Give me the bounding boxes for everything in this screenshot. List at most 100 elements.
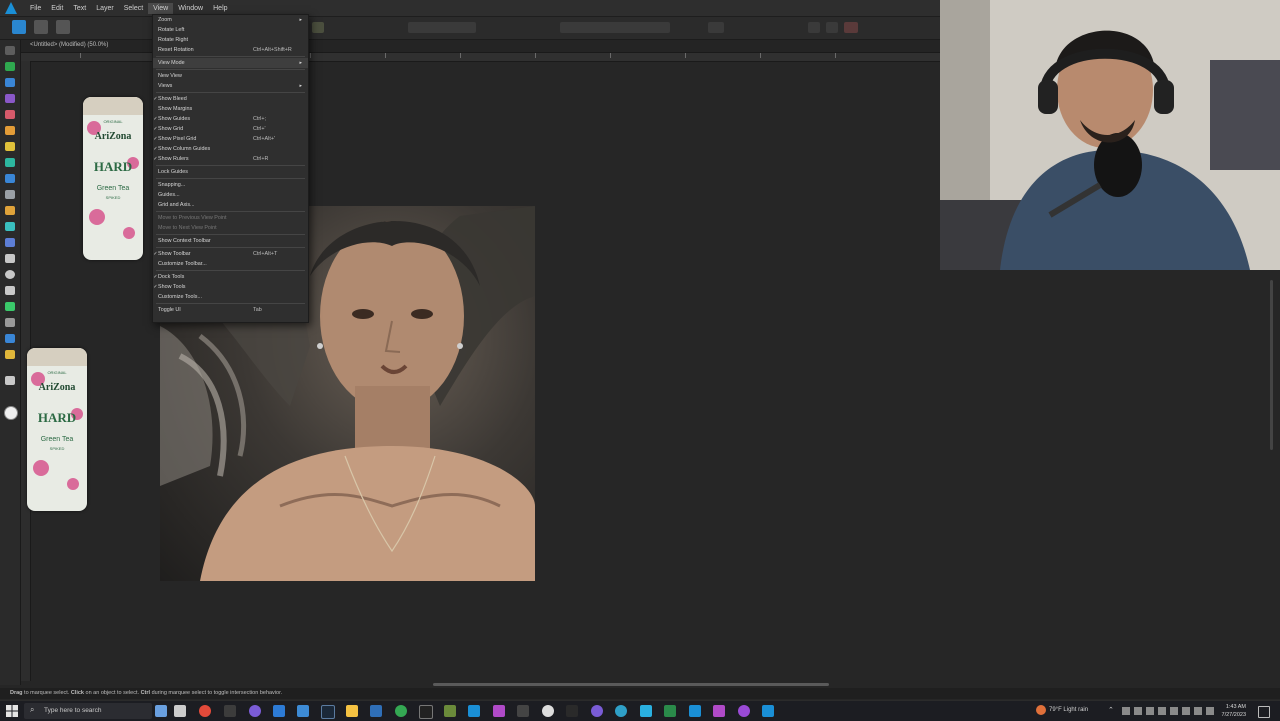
view-menu-item-show-pixel-grid[interactable]: ✓ Show Pixel Grid Ctrl+Alt+' xyxy=(153,134,308,144)
view-menu-item-lock-guides[interactable]: Lock Guides xyxy=(153,167,308,177)
view-menu-item-dock-tools[interactable]: ✓ Dock Tools xyxy=(153,272,308,282)
task-view-icon[interactable] xyxy=(174,705,186,717)
toolbar-group-align[interactable] xyxy=(560,22,670,33)
affinity-photo-icon[interactable] xyxy=(493,705,505,717)
toolbar-insert-icon[interactable] xyxy=(708,22,724,33)
steam-icon[interactable] xyxy=(321,705,335,719)
tray-chevron-icon[interactable]: ⌃ xyxy=(1108,706,1114,714)
toolbar-transform-icon[interactable] xyxy=(808,22,820,33)
menu-layer[interactable]: Layer xyxy=(91,3,119,14)
brush-tool-icon[interactable] xyxy=(5,142,15,151)
menu-text[interactable]: Text xyxy=(68,3,91,14)
view-menu-item-views[interactable]: Views ▸ xyxy=(153,81,308,91)
taskbar-app-icon[interactable] xyxy=(370,705,382,717)
publisher-persona-icon[interactable] xyxy=(12,20,26,34)
view-menu-item-show-guides[interactable]: ✓ Show Guides Ctrl+; xyxy=(153,114,308,124)
taskbar-app-icon[interactable] xyxy=(395,705,407,717)
export-persona-icon[interactable] xyxy=(56,20,70,34)
view-menu-item-view-mode[interactable]: View Mode ▸ xyxy=(153,58,308,68)
taskbar-app-icon[interactable] xyxy=(517,705,529,717)
move-tool-icon[interactable] xyxy=(5,46,15,55)
color-picker-tool-icon[interactable] xyxy=(5,334,15,343)
edge-icon[interactable] xyxy=(615,705,627,717)
tray-app-icon[interactable] xyxy=(1170,707,1178,715)
taskbar-app-icon[interactable] xyxy=(542,705,554,717)
pencil-tool-icon[interactable] xyxy=(5,126,15,135)
file-explorer-icon[interactable] xyxy=(346,705,358,717)
affinity-photo-icon[interactable] xyxy=(713,705,725,717)
frame-text-tool-icon[interactable] xyxy=(5,62,15,71)
view-menu-item-snapping[interactable]: Snapping... xyxy=(153,180,308,190)
view-menu-item-show-margins[interactable]: Show Margins xyxy=(153,104,308,114)
view-menu-item-toggle-ui[interactable]: Toggle UI Tab xyxy=(153,305,308,315)
affinity-publisher-icon[interactable] xyxy=(468,705,480,717)
menu-edit[interactable]: Edit xyxy=(46,3,68,14)
view-tool-icon[interactable] xyxy=(5,94,15,103)
taskbar-app-icon[interactable] xyxy=(297,705,309,717)
artistic-text-tool-icon[interactable] xyxy=(5,318,15,327)
taskbar-app-icon[interactable] xyxy=(249,705,261,717)
toolbar-boolean-icon[interactable] xyxy=(826,22,838,33)
taskbar-app-icon[interactable] xyxy=(591,705,603,717)
windows-start-icon[interactable] xyxy=(6,705,18,717)
view-menu-item-show-grid[interactable]: ✓ Show Grid Ctrl+' xyxy=(153,124,308,134)
zoom-tool-icon[interactable] xyxy=(5,376,15,385)
canvas-can-image-2[interactable]: ORIGINAL AriZona HARD Green Tea SPIKED xyxy=(27,348,87,511)
rectangle-tool-icon[interactable] xyxy=(5,254,15,263)
notification-icon[interactable] xyxy=(1258,706,1270,718)
table-tool-icon[interactable] xyxy=(5,222,15,231)
gradient-tool-icon[interactable] xyxy=(5,174,15,183)
volume-icon[interactable] xyxy=(1194,707,1202,715)
menu-window[interactable]: Window xyxy=(173,3,208,14)
view-menu-item-show-bleed[interactable]: ✓ Show Bleed xyxy=(153,94,308,104)
ellipse-tool-icon[interactable] xyxy=(5,270,15,279)
weather-text[interactable]: 79°F Light rain xyxy=(1049,707,1088,713)
view-menu-item-show-toolbar[interactable]: ✓ Show Toolbar Ctrl+Alt+T xyxy=(153,249,308,259)
view-menu-item-show-rulers[interactable]: ✓ Show Rulers Ctrl+R xyxy=(153,154,308,164)
fill-tool-icon[interactable] xyxy=(5,158,15,167)
rounded-rect-tool-icon[interactable] xyxy=(5,286,15,295)
tray-app-icon[interactable] xyxy=(1206,707,1214,715)
taskbar-search-box[interactable]: ⌕ Type here to search xyxy=(24,703,152,719)
hand-tool-icon[interactable] xyxy=(5,350,15,359)
network-icon[interactable] xyxy=(1182,707,1190,715)
view-menu-item-zoom[interactable]: Zoom ▸ xyxy=(153,15,308,25)
taskbar-app-icon[interactable] xyxy=(155,705,167,717)
pen-tool-icon[interactable] xyxy=(5,110,15,119)
taskbar-app-icon[interactable] xyxy=(444,705,456,717)
taskbar-app-icon[interactable] xyxy=(419,705,433,719)
tray-app-icon[interactable] xyxy=(1158,707,1166,715)
tray-app-icon[interactable] xyxy=(1146,707,1154,715)
view-menu-item-guides[interactable]: Guides... xyxy=(153,190,308,200)
outlook-icon[interactable] xyxy=(273,705,285,717)
menu-select[interactable]: Select xyxy=(119,3,148,14)
shape-tool-icon[interactable] xyxy=(5,302,15,311)
picture-frame-tool-icon[interactable] xyxy=(5,238,15,247)
view-menu-item-show-tools[interactable]: ✓ Show Tools xyxy=(153,282,308,292)
view-menu-item-new-view[interactable]: New View xyxy=(153,71,308,81)
view-menu-item-show-context-toolbar[interactable]: Show Context Toolbar xyxy=(153,236,308,246)
vertical-scrollbar[interactable] xyxy=(1270,280,1273,450)
menu-file[interactable]: File xyxy=(25,3,46,14)
toolbar-group-arrange[interactable] xyxy=(408,22,476,33)
view-menu-item-grid-and-axis[interactable]: Grid and Axis... xyxy=(153,200,308,210)
photo-persona-icon[interactable] xyxy=(34,20,48,34)
view-menu-item-rotate-right[interactable]: Rotate Right xyxy=(153,35,308,45)
taskbar-app-icon[interactable] xyxy=(738,705,750,717)
view-menu-item-customize-tools[interactable]: Customize Tools... xyxy=(153,292,308,302)
view-menu-item-customize-toolbar[interactable]: Customize Toolbar... xyxy=(153,259,308,269)
crop-tool-icon[interactable] xyxy=(5,206,15,215)
chrome-icon[interactable] xyxy=(199,705,211,717)
taskbar-app-icon[interactable] xyxy=(640,705,652,717)
taskbar-app-icon[interactable] xyxy=(566,705,578,717)
horizontal-scrollbar[interactable] xyxy=(433,683,829,686)
taskbar-app-icon[interactable] xyxy=(762,705,774,717)
taskbar-app-icon[interactable] xyxy=(224,705,236,717)
taskbar-clock[interactable]: 1:43 AM 7/27/2023 xyxy=(1218,703,1246,719)
toolbar-snapping-icon[interactable] xyxy=(312,22,324,33)
view-menu-item-reset-rotation[interactable]: Reset Rotation Ctrl+Alt+Shift+R xyxy=(153,45,308,55)
tray-app-icon[interactable] xyxy=(1122,707,1130,715)
menu-help[interactable]: Help xyxy=(208,3,232,14)
document-tab-title[interactable]: <Untitled> (Modified) (50.0%) xyxy=(30,42,108,48)
tray-app-icon[interactable] xyxy=(1134,707,1142,715)
